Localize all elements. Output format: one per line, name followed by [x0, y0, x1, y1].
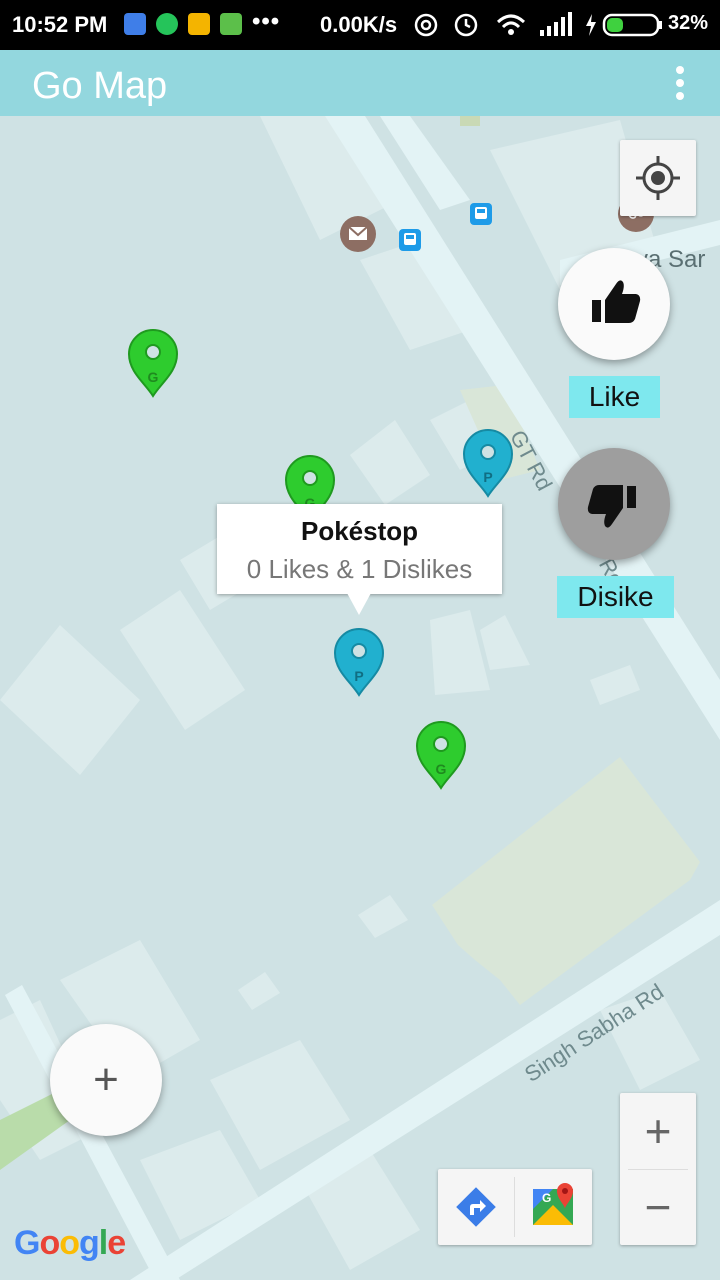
gym-marker-pin[interactable]: G — [415, 720, 467, 790]
marker-info-window[interactable]: Pokéstop 0 Likes & 1 Dislikes — [217, 504, 502, 594]
net-speed: 0.00K/s — [320, 12, 398, 37]
crosshair-icon — [636, 156, 680, 200]
pokestop-marker-pin[interactable]: P — [462, 428, 514, 498]
google-logo-letter: g — [79, 1224, 100, 1262]
thumbs-down-icon — [587, 485, 636, 528]
info-window-tail — [347, 593, 371, 615]
maps-notification-icon — [124, 13, 146, 35]
google-logo-letter: o — [39, 1224, 60, 1262]
info-window-subtitle: 0 Likes & 1 Dislikes — [246, 554, 473, 584]
google-logo-letter: o — [59, 1224, 80, 1262]
directions-button[interactable] — [438, 1169, 514, 1245]
charging-battery-icon — [586, 13, 662, 37]
pokestop-marker-letter: P — [354, 668, 363, 684]
zoom-controls: + − — [620, 1093, 696, 1245]
map-toolbar: G — [438, 1169, 592, 1245]
gym-marker-letter: G — [436, 761, 447, 777]
status-time: 10:52 PM — [12, 12, 108, 37]
thumbs-up-icon — [592, 280, 641, 323]
app-bar: Go Map — [0, 50, 720, 116]
bus-stop-icon[interactable] — [470, 203, 492, 225]
bus-stop-icon[interactable] — [399, 229, 421, 251]
zoom-in-button[interactable]: + — [620, 1093, 696, 1169]
maps-icon-letter: G — [542, 1191, 551, 1205]
wifi-icon — [496, 14, 526, 35]
directions-icon — [456, 1187, 496, 1227]
open-in-maps-button[interactable]: G — [515, 1169, 591, 1245]
bulb-icon — [188, 13, 210, 35]
more-notifications-icon: ••• — [252, 8, 281, 35]
dislike-label: Disike — [557, 576, 674, 618]
pokestop-marker-letter: P — [483, 469, 492, 485]
add-button[interactable]: + — [50, 1024, 162, 1136]
alarm-icon — [454, 13, 478, 37]
more-vert-icon[interactable] — [676, 66, 684, 105]
signal-icon — [540, 12, 572, 36]
plus-icon: + — [93, 1055, 119, 1104]
info-window-title: Pokéstop — [300, 516, 419, 546]
mail-icon[interactable] — [340, 216, 376, 252]
battery-percent: 32% — [668, 12, 709, 34]
whatsapp-icon — [156, 13, 178, 35]
my-location-button[interactable] — [620, 140, 696, 216]
google-maps-icon: G — [533, 1183, 573, 1225]
gym-marker-pin[interactable]: G — [127, 328, 179, 398]
like-button[interactable] — [558, 248, 670, 360]
gym-marker-letter: G — [148, 369, 159, 385]
google-logo-letter: G — [14, 1224, 40, 1262]
google-logo-letter: l — [98, 1224, 109, 1262]
pokestop-marker-pin-selected[interactable]: P — [333, 627, 385, 697]
google-logo: Google — [14, 1224, 126, 1263]
app-title: Go Map — [32, 65, 168, 107]
hotspot-icon — [414, 13, 438, 37]
dislike-button[interactable] — [558, 448, 670, 560]
like-label: Like — [569, 376, 660, 418]
zoom-out-button[interactable]: − — [620, 1169, 696, 1245]
status-bar: 10:52 PM ••• 0.00K/s 32% — [0, 0, 720, 50]
battery-app-icon — [220, 13, 242, 35]
google-logo-letter: e — [107, 1224, 126, 1262]
